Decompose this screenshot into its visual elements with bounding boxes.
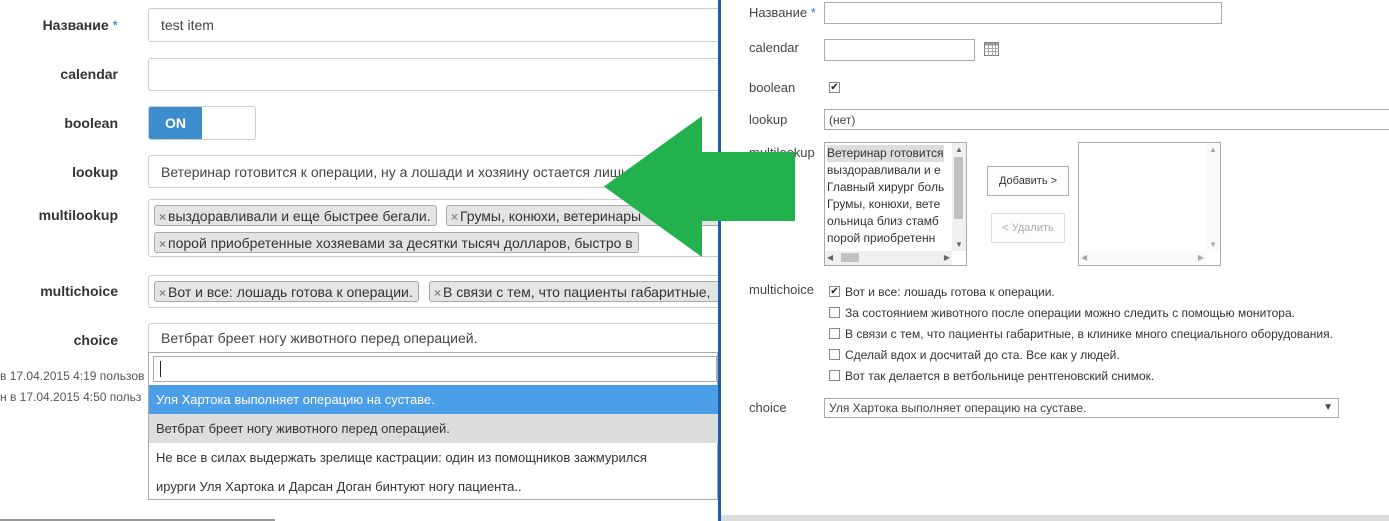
- multichoice-option-label: За состоянием животного после операции м…: [845, 306, 1295, 320]
- boolean-toggle[interactable]: ON: [148, 106, 256, 140]
- multichoice-checkbox[interactable]: [829, 349, 840, 360]
- multichoice-tag: × Вот и все: лошадь готова к операции.: [154, 281, 419, 302]
- modified-meta: н в 17.04.2015 4:50 польз: [0, 390, 142, 404]
- scroll-down-icon[interactable]: ▼: [955, 240, 963, 249]
- multichoice-option-label: Вот так делается в ветбольнице рентгенов…: [845, 369, 1155, 383]
- text-caret: [160, 361, 161, 377]
- list-item[interactable]: выздоравливали и е: [827, 162, 941, 179]
- list-item[interactable]: порой приобретенн: [827, 230, 935, 247]
- multichoice-checkbox[interactable]: [829, 370, 840, 381]
- scrollbar-thumb[interactable]: [954, 157, 963, 219]
- multichoice-option-label: Сделай вдох и досчитай до ста. Все как у…: [845, 348, 1120, 362]
- scroll-right-icon[interactable]: ▶: [1198, 253, 1204, 262]
- dropdown-option[interactable]: Ветбрат бреет ногу животного перед опера…: [149, 414, 718, 443]
- multichoice-label: multichoice: [40, 283, 118, 299]
- right-bottom-scrollbar[interactable]: [721, 515, 1389, 521]
- multichoice-option-label: В связи с тем, что пациенты габаритные, …: [845, 327, 1333, 341]
- left-arrow-icon: [604, 116, 795, 257]
- list-item[interactable]: Ветеринар готовится: [827, 145, 944, 162]
- multichoice-checkbox[interactable]: ✔: [829, 286, 840, 297]
- scroll-up-icon[interactable]: ▲: [1209, 145, 1217, 154]
- vertical-scrollbar[interactable]: ▲ ▼: [1206, 143, 1220, 251]
- scrollbar-thumb[interactable]: [841, 253, 859, 262]
- multichoice-select[interactable]: × Вот и все: лошадь готова к операции. × В…: [148, 275, 718, 308]
- scroll-left-icon[interactable]: ◀: [1081, 253, 1087, 262]
- name-label: Название *: [42, 17, 118, 33]
- r-multilookup-selected-list[interactable]: ▲ ▼ ◀ ▶: [1078, 142, 1221, 266]
- multichoice-checkbox[interactable]: [829, 307, 840, 318]
- calendar-input[interactable]: [148, 58, 718, 91]
- r-name-input[interactable]: [824, 2, 1222, 24]
- tag-remove-icon[interactable]: ×: [434, 286, 441, 300]
- remove-button[interactable]: < Удалить: [991, 213, 1065, 243]
- calendar-icon[interactable]: [984, 42, 999, 56]
- multilookup-label: multilookup: [38, 207, 118, 223]
- tag-remove-icon[interactable]: ×: [451, 210, 458, 224]
- name-input[interactable]: test item: [148, 8, 718, 42]
- horizontal-scrollbar[interactable]: ◀ ▶: [1079, 251, 1206, 265]
- r-choice-select[interactable]: Уля Хартока выполняет операцию на сустав…: [824, 398, 1339, 418]
- tag-remove-icon[interactable]: ×: [159, 237, 166, 251]
- required-mark: *: [810, 5, 816, 20]
- multichoice-tag: × В связи с тем, что пациенты габаритные,: [429, 281, 718, 302]
- required-mark: *: [112, 17, 118, 33]
- r-boolean-checkbox[interactable]: ✔: [829, 82, 840, 93]
- right-form-panel: Название * calendar boolean ✔ lookup (не…: [718, 0, 1389, 521]
- lookup-label: lookup: [72, 164, 118, 180]
- choice-label: choice: [73, 332, 118, 348]
- created-meta: в 17.04.2015 4:19 пользов: [0, 369, 145, 383]
- r-calendar-label: calendar: [749, 40, 799, 55]
- name-input-value: test item: [161, 17, 214, 33]
- r-choice-value: Уля Хартока выполняет операцию на сустав…: [829, 401, 1087, 415]
- r-boolean-label: boolean: [749, 80, 796, 95]
- dropdown-search-input[interactable]: [153, 356, 717, 382]
- r-calendar-input[interactable]: [824, 39, 975, 61]
- list-item[interactable]: Главный хирург боль: [827, 179, 944, 196]
- scroll-left-icon[interactable]: ◀: [827, 253, 833, 262]
- left-form-panel: Название * test item calendar boolean ON…: [0, 0, 718, 521]
- scroll-up-icon[interactable]: ▲: [955, 145, 963, 154]
- lookup-select-value: Ветеринар готовится к операции, ну а лош…: [161, 164, 629, 180]
- multichoice-checkbox[interactable]: [829, 328, 840, 339]
- r-multichoice-label: multichoice: [749, 282, 815, 297]
- choice-select[interactable]: Ветбрат бреет ногу животного перед опера…: [148, 323, 718, 353]
- r-lookup-value: (нет): [829, 113, 856, 127]
- multilookup-tag: × порой приобретенные хозяевами за десятк…: [154, 232, 639, 253]
- dropdown-arrow-icon: ▼: [1323, 402, 1333, 413]
- r-lookup-select[interactable]: (нет): [824, 109, 1389, 130]
- boolean-label: boolean: [64, 115, 118, 131]
- multilookup-tag: × выздоравливали и еще быстрее бегали.: [154, 205, 437, 226]
- multichoice-option-label: Вот и все: лошадь готова к операции.: [845, 285, 1055, 299]
- add-button[interactable]: Добавить >: [987, 166, 1069, 196]
- dropdown-option[interactable]: Не все в силах выдержать зрелище кастрац…: [149, 443, 718, 472]
- tag-remove-icon[interactable]: ×: [159, 286, 166, 300]
- toggle-on-label: ON: [149, 107, 202, 139]
- scroll-right-icon[interactable]: ▶: [944, 253, 950, 262]
- dropdown-option[interactable]: ирурги Уля Хартока и Дарсан Доган бинтую…: [149, 472, 718, 501]
- calendar-label: calendar: [60, 66, 118, 82]
- list-item[interactable]: Грумы, конюхи, вете: [827, 196, 940, 213]
- horizontal-scrollbar[interactable]: ◀ ▶: [825, 251, 952, 265]
- scroll-down-icon[interactable]: ▼: [1209, 240, 1217, 249]
- r-choice-label: choice: [749, 400, 787, 415]
- choice-dropdown: Уля Хартока выполняет операцию на сустав…: [148, 352, 718, 500]
- r-multilookup-available-list[interactable]: Ветеринар готовится выздоравливали и е Г…: [824, 142, 967, 266]
- r-name-label: Название *: [749, 5, 816, 20]
- dropdown-option[interactable]: Уля Хартока выполняет операцию на сустав…: [149, 385, 718, 414]
- choice-select-value: Ветбрат бреет ногу животного перед опера…: [161, 330, 478, 346]
- tag-remove-icon[interactable]: ×: [159, 210, 166, 224]
- list-item[interactable]: ольница близ стамб: [827, 213, 939, 230]
- vertical-scrollbar[interactable]: ▲ ▼: [952, 143, 966, 251]
